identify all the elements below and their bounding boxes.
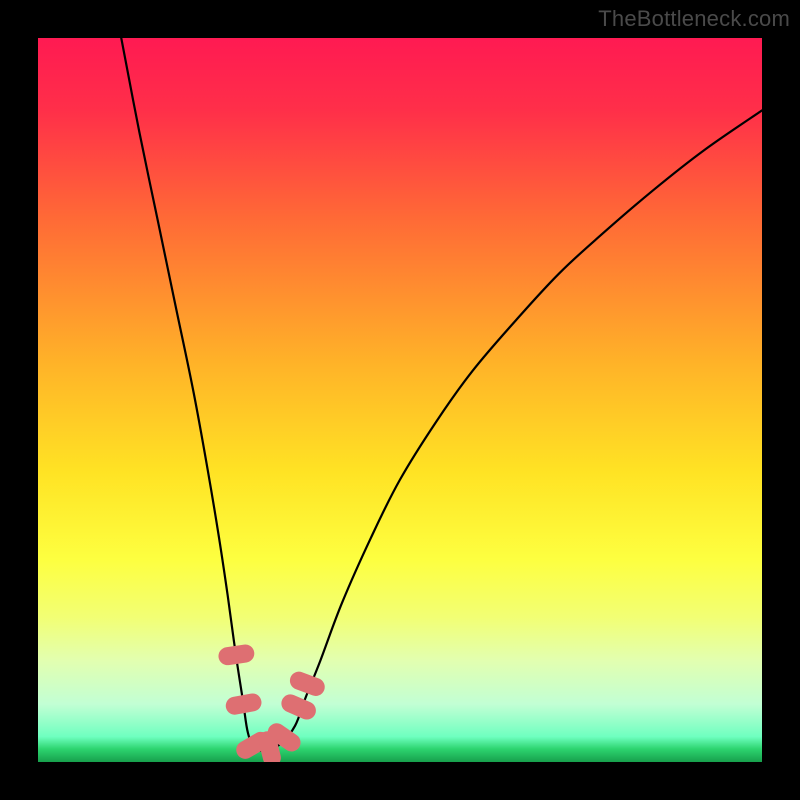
bottleneck-chart bbox=[38, 38, 762, 762]
gradient-background bbox=[38, 38, 762, 762]
chart-frame: TheBottleneck.com bbox=[0, 0, 800, 800]
plot-area bbox=[38, 38, 762, 762]
watermark-text: TheBottleneck.com bbox=[598, 6, 790, 32]
